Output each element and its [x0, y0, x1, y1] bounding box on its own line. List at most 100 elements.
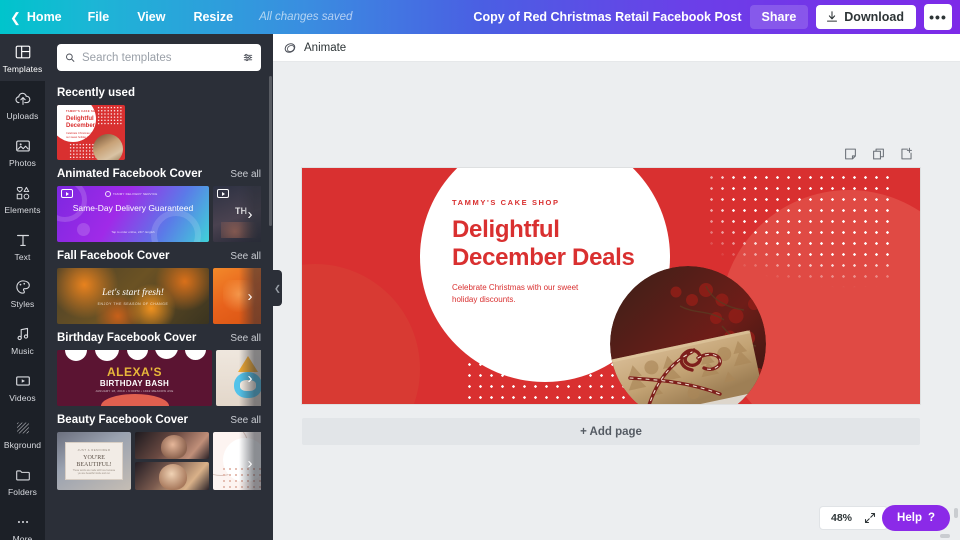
music-note-icon	[17, 327, 28, 341]
left-rail: Templates Uploads Photos Elements Text S…	[0, 34, 45, 540]
sidebar-item-label: Uploads	[6, 111, 39, 121]
help-button-label: Help	[897, 512, 922, 524]
carousel-next-button[interactable]: ›	[239, 432, 261, 494]
sidebar-item-photos[interactable]: Photos	[0, 128, 45, 175]
vertical-scrollbar[interactable]	[954, 508, 958, 518]
thumbnail-text: BIRTHDAY BASH	[99, 379, 170, 388]
section-birthday-facebook-cover: Birthday Facebook Cover See all ALEXA'S …	[45, 332, 273, 406]
palette-icon	[15, 280, 30, 294]
menu-file[interactable]: File	[74, 0, 124, 34]
question-mark-icon: ?	[927, 512, 935, 524]
decor-light-circle-left	[302, 264, 420, 404]
see-all-link[interactable]: See all	[230, 251, 261, 262]
templates-icon	[15, 45, 30, 59]
video-badge-icon	[217, 189, 229, 198]
sidebar-item-styles[interactable]: Styles	[0, 269, 45, 316]
chevron-left-icon: ❮	[10, 9, 21, 25]
horizontal-scrollbar[interactable]	[940, 534, 950, 538]
search-box[interactable]	[57, 44, 261, 71]
sidebar-item-more[interactable]: More	[0, 504, 45, 540]
folder-icon	[15, 470, 30, 481]
sidebar-item-label: Videos	[9, 393, 36, 403]
section-title: Recently used	[57, 87, 135, 99]
template-thumbnail[interactable]: ALEXA'S BIRTHDAY BASH JANUARY 18, 2019 •…	[57, 350, 212, 406]
carousel-next-button[interactable]: ›	[239, 350, 261, 406]
panel-scrollbar[interactable]	[269, 76, 272, 226]
page-notes-icon[interactable]	[844, 147, 857, 161]
zoom-level-value: 48%	[830, 512, 852, 524]
zoom-control[interactable]: 48%	[818, 506, 888, 530]
duplicate-page-icon[interactable]	[872, 147, 885, 161]
sidebar-item-label: Bkground	[3, 440, 42, 450]
add-page-button[interactable]: + Add page	[302, 418, 920, 445]
design-subtext-line1: Celebrate Christmas with our sweet	[452, 282, 579, 292]
background-hatch-icon	[16, 422, 29, 434]
sidebar-item-label: More	[12, 534, 33, 540]
top-toolbar-left: ❮ Home File View Resize All changes save…	[0, 0, 364, 34]
sidebar-item-label: Text	[14, 252, 31, 262]
carousel-next-button[interactable]: ›	[239, 268, 261, 324]
sidebar-item-uploads[interactable]: Uploads	[0, 81, 45, 128]
animate-icon	[284, 42, 296, 53]
design-headline: Delightful December Deals	[452, 216, 672, 272]
template-thumbnail[interactable]: Let's start fresh! ENJOY THE SEASON OF C…	[57, 268, 209, 324]
sidebar-item-label: Photos	[8, 158, 37, 168]
animate-button-label[interactable]: Animate	[304, 42, 346, 54]
template-row: TAMMY'S CAKE SHOP Delightful December Dea…	[57, 105, 261, 160]
video-badge-icon	[61, 189, 73, 198]
templates-panel: Recently used TAMMY'S CAKE SHOP Delightf…	[45, 34, 273, 540]
share-button[interactable]: Share	[749, 5, 809, 29]
search-icon	[66, 53, 75, 62]
template-row: Let's start fresh! ENJOY THE SEASON OF C…	[57, 268, 261, 324]
carousel-next-button[interactable]: ›	[239, 186, 261, 242]
section-header: Animated Facebook Cover See all	[57, 168, 261, 180]
sidebar-item-music[interactable]: Music	[0, 316, 45, 363]
section-header: Birthday Facebook Cover See all	[57, 332, 261, 344]
sidebar-item-templates[interactable]: Templates	[0, 34, 45, 81]
see-all-link[interactable]: See all	[230, 415, 261, 426]
template-thumbnail[interactable]: JUST A REMINDER YOU'RE BEAUTIFUL! These w…	[57, 432, 131, 490]
menu-view[interactable]: View	[123, 0, 179, 34]
thumbnail-text: Let's start fresh!	[102, 288, 164, 298]
home-button-label: Home	[26, 10, 62, 24]
see-all-link[interactable]: See all	[230, 169, 261, 180]
filter-icon[interactable]	[243, 51, 253, 64]
template-thumbnail[interactable]: TAMMY DELIVERY SERVICE Same-Day Delivery…	[57, 186, 209, 242]
home-button[interactable]: ❮ Home	[0, 0, 74, 34]
sidebar-item-label: Templates	[2, 64, 43, 74]
see-all-link[interactable]: See all	[230, 333, 261, 344]
expand-icon[interactable]	[864, 512, 876, 524]
menu-resize[interactable]: Resize	[179, 0, 247, 34]
section-fall-facebook-cover: Fall Facebook Cover See all Let's start …	[45, 250, 273, 324]
section-animated-facebook-cover: Animated Facebook Cover See all TAMMY DE…	[45, 168, 273, 242]
sidebar-item-text[interactable]: Text	[0, 222, 45, 269]
template-thumbnail-stack	[135, 432, 209, 494]
elements-icon	[16, 186, 29, 200]
download-icon	[827, 11, 838, 22]
sidebar-item-elements[interactable]: Elements	[0, 175, 45, 222]
design-headline-line1: Delightful	[452, 216, 560, 243]
document-title[interactable]: Copy of Red Christmas Retail Facebook Po…	[473, 10, 741, 24]
panel-collapse-handle[interactable]: ❮	[273, 270, 282, 306]
design-canvas[interactable]: TAMMY'S CAKE SHOP Delightful December De…	[302, 168, 920, 404]
template-thumbnail[interactable]	[135, 432, 209, 459]
canvas-toolbar: Animate	[273, 34, 960, 62]
template-thumbnail[interactable]	[135, 462, 209, 490]
sidebar-item-folders[interactable]: Folders	[0, 457, 45, 504]
top-toolbar: ❮ Home File View Resize All changes save…	[0, 0, 960, 34]
section-recently-used: Recently used TAMMY'S CAKE SHOP Delightf…	[45, 87, 273, 160]
design-subtext-line2: holiday discounts.	[452, 295, 516, 305]
sidebar-item-label: Styles	[10, 299, 35, 309]
search-area	[45, 34, 273, 79]
download-button[interactable]: Download	[816, 5, 916, 29]
section-title: Fall Facebook Cover	[57, 250, 170, 262]
more-options-button[interactable]: •••	[924, 4, 952, 30]
sidebar-item-label: Music	[11, 346, 34, 356]
help-button[interactable]: Help ?	[882, 505, 950, 531]
search-input[interactable]	[82, 51, 236, 64]
sidebar-item-bkground[interactable]: Bkground	[0, 410, 45, 457]
template-thumbnail-recent[interactable]: TAMMY'S CAKE SHOP Delightful December Dea…	[57, 105, 125, 160]
sidebar-item-videos[interactable]: Videos	[0, 363, 45, 410]
add-page-icon[interactable]	[900, 147, 913, 161]
section-title: Animated Facebook Cover	[57, 168, 203, 180]
